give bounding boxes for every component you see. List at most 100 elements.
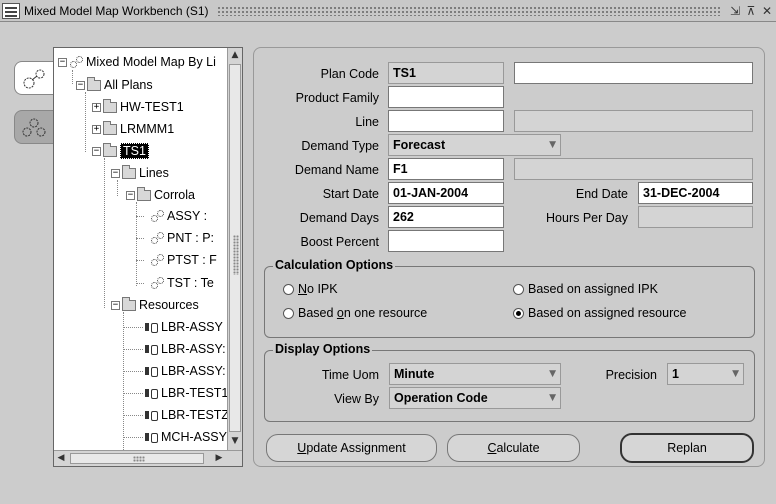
time-uom-label: Time Uom <box>321 368 379 382</box>
app-icon <box>2 2 20 19</box>
gear-cluster-icon <box>22 118 46 137</box>
hours-per-day-field[interactable] <box>638 206 753 228</box>
update-assignment-button[interactable]: Update Assignment <box>266 434 437 462</box>
demand-description-field[interactable] <box>514 158 753 180</box>
dropdown-arrow-icon: ▼ <box>732 369 739 379</box>
tree-node-resources[interactable]: − Resources <box>111 295 199 315</box>
tree-node-ptst[interactable]: PTST : F <box>150 250 217 270</box>
display-options-group: Display Options Time Uom Minute ▼ Precis… <box>264 342 755 422</box>
tree-vertical-scrollbar[interactable]: ▲ ▼ <box>227 48 242 450</box>
radio-assigned-ipk[interactable]: Based on assigned IPK <box>513 282 658 296</box>
calculation-options-title: Calculation Options <box>273 258 396 272</box>
resource-icon <box>144 343 158 355</box>
tree-connector <box>123 393 143 394</box>
view-by-label: View By <box>334 392 379 406</box>
tree-connector <box>136 202 137 286</box>
folder-icon <box>103 120 117 135</box>
tree-node-all-plans[interactable]: − All Plans <box>76 75 153 95</box>
close-icon[interactable]: ✕ <box>760 4 774 18</box>
title-bar-grip[interactable] <box>216 5 720 16</box>
plan-code-field[interactable]: TS1 <box>388 62 504 84</box>
tree-connector <box>123 349 143 350</box>
plan-code-label: Plan Code <box>320 67 379 81</box>
tree-node-assy[interactable]: ASSY : <box>150 206 207 226</box>
collapse-icon[interactable]: − <box>58 57 67 67</box>
tree-node-ts1[interactable]: − TS1 <box>92 141 149 161</box>
tree-connector <box>123 312 124 450</box>
scroll-left-icon[interactable]: ◀ <box>54 451 68 466</box>
folder-icon <box>103 142 117 157</box>
maximize-icon[interactable]: ⊼ <box>744 4 758 18</box>
display-options-title: Display Options <box>273 342 373 356</box>
restore-icon[interactable]: ⇲ <box>728 4 742 18</box>
folder-icon <box>122 164 136 179</box>
scroll-thumb[interactable] <box>229 64 241 432</box>
precision-select[interactable]: 1 ▼ <box>667 363 744 385</box>
demand-name-field[interactable]: F1 <box>388 158 504 180</box>
scroll-right-icon[interactable]: ▶ <box>212 451 226 466</box>
expand-icon[interactable]: + <box>92 124 101 134</box>
tree-horizontal-scrollbar[interactable]: ◀ ▶ <box>54 450 242 466</box>
resource-icon <box>144 431 158 443</box>
gear-icon <box>150 232 164 244</box>
replan-button[interactable]: Replan <box>620 433 754 463</box>
start-date-field[interactable]: 01-JAN-2004 <box>388 182 504 204</box>
calculate-button[interactable]: Calculate <box>447 434 580 462</box>
expand-icon[interactable]: + <box>92 102 101 112</box>
tree-connector <box>136 216 144 217</box>
line-description-field[interactable] <box>514 110 753 132</box>
demand-type-label: Demand Type <box>301 139 379 153</box>
resource-icon <box>144 321 158 333</box>
view-by-select[interactable]: Operation Code ▼ <box>389 387 561 409</box>
demand-name-label: Demand Name <box>294 163 379 177</box>
scroll-up-icon[interactable]: ▲ <box>228 48 242 62</box>
time-uom-select[interactable]: Minute ▼ <box>389 363 561 385</box>
radio-one-resource[interactable]: Based on one resource <box>283 306 427 320</box>
tree-node-resource[interactable]: LBR-TESTZ <box>144 405 228 425</box>
end-date-label: End Date <box>575 187 628 201</box>
demand-days-field[interactable]: 262 <box>388 206 504 228</box>
end-date-field[interactable]: 31-DEC-2004 <box>638 182 753 204</box>
line-label: Line <box>355 115 379 129</box>
product-family-field[interactable] <box>388 86 504 108</box>
tree-node-resource[interactable]: LBR-TEST1 <box>144 383 228 403</box>
tree-connector <box>123 437 143 438</box>
radio-circle-icon <box>283 283 294 295</box>
gear-icon <box>150 254 164 266</box>
tree-node-resource[interactable]: LBR-ASSY <box>144 317 223 337</box>
tree-node-lrmmm1[interactable]: + LRMMM1 <box>92 119 174 139</box>
product-family-label: Product Family <box>295 91 379 105</box>
collapse-icon[interactable]: − <box>111 168 120 178</box>
navigator-tree[interactable]: − Mixed Model Map By Li − All Plans + HW… <box>53 47 243 467</box>
tree-node-resource[interactable]: LBR-ASSY: <box>144 339 226 359</box>
line-field[interactable] <box>388 110 504 132</box>
tab-resources[interactable] <box>14 110 54 144</box>
collapse-icon[interactable]: − <box>111 300 120 310</box>
tab-mixed-model-map[interactable] <box>14 61 54 95</box>
tree-node-lines[interactable]: − Lines <box>111 163 169 183</box>
radio-assigned-resource[interactable]: Based on assigned resource <box>513 306 686 320</box>
collapse-icon[interactable]: − <box>92 146 101 156</box>
tree-node-root[interactable]: − Mixed Model Map By Li <box>58 52 216 72</box>
folder-icon <box>137 186 151 201</box>
tree-node-pnt[interactable]: PNT : P: <box>150 228 214 248</box>
boost-percent-label: Boost Percent <box>300 235 379 249</box>
tree-connector <box>136 283 144 284</box>
scroll-thumb[interactable] <box>70 453 204 464</box>
radio-no-ipk[interactable]: No IPK <box>283 282 338 296</box>
calculation-options-group: Calculation Options No IPK Based on assi… <box>264 258 755 338</box>
tree-connector <box>136 238 144 239</box>
tree-node-tst[interactable]: TST : Te <box>150 273 214 293</box>
demand-type-select[interactable]: Forecast ▼ <box>388 134 561 156</box>
gear-icon <box>69 56 83 68</box>
collapse-icon[interactable]: − <box>126 190 135 200</box>
boost-percent-field[interactable] <box>388 230 504 252</box>
tree-node-resource[interactable]: MCH-ASSY <box>144 427 227 447</box>
tree-node-hw-test1[interactable]: + HW-TEST1 <box>92 97 184 117</box>
grip-icon <box>133 456 145 462</box>
plan-description-field[interactable] <box>514 62 753 84</box>
collapse-icon[interactable]: − <box>76 80 85 90</box>
tree-node-corrola[interactable]: − Corrola <box>126 185 195 205</box>
tree-node-resource[interactable]: LBR-ASSY: <box>144 361 226 381</box>
scroll-down-icon[interactable]: ▼ <box>228 434 242 448</box>
